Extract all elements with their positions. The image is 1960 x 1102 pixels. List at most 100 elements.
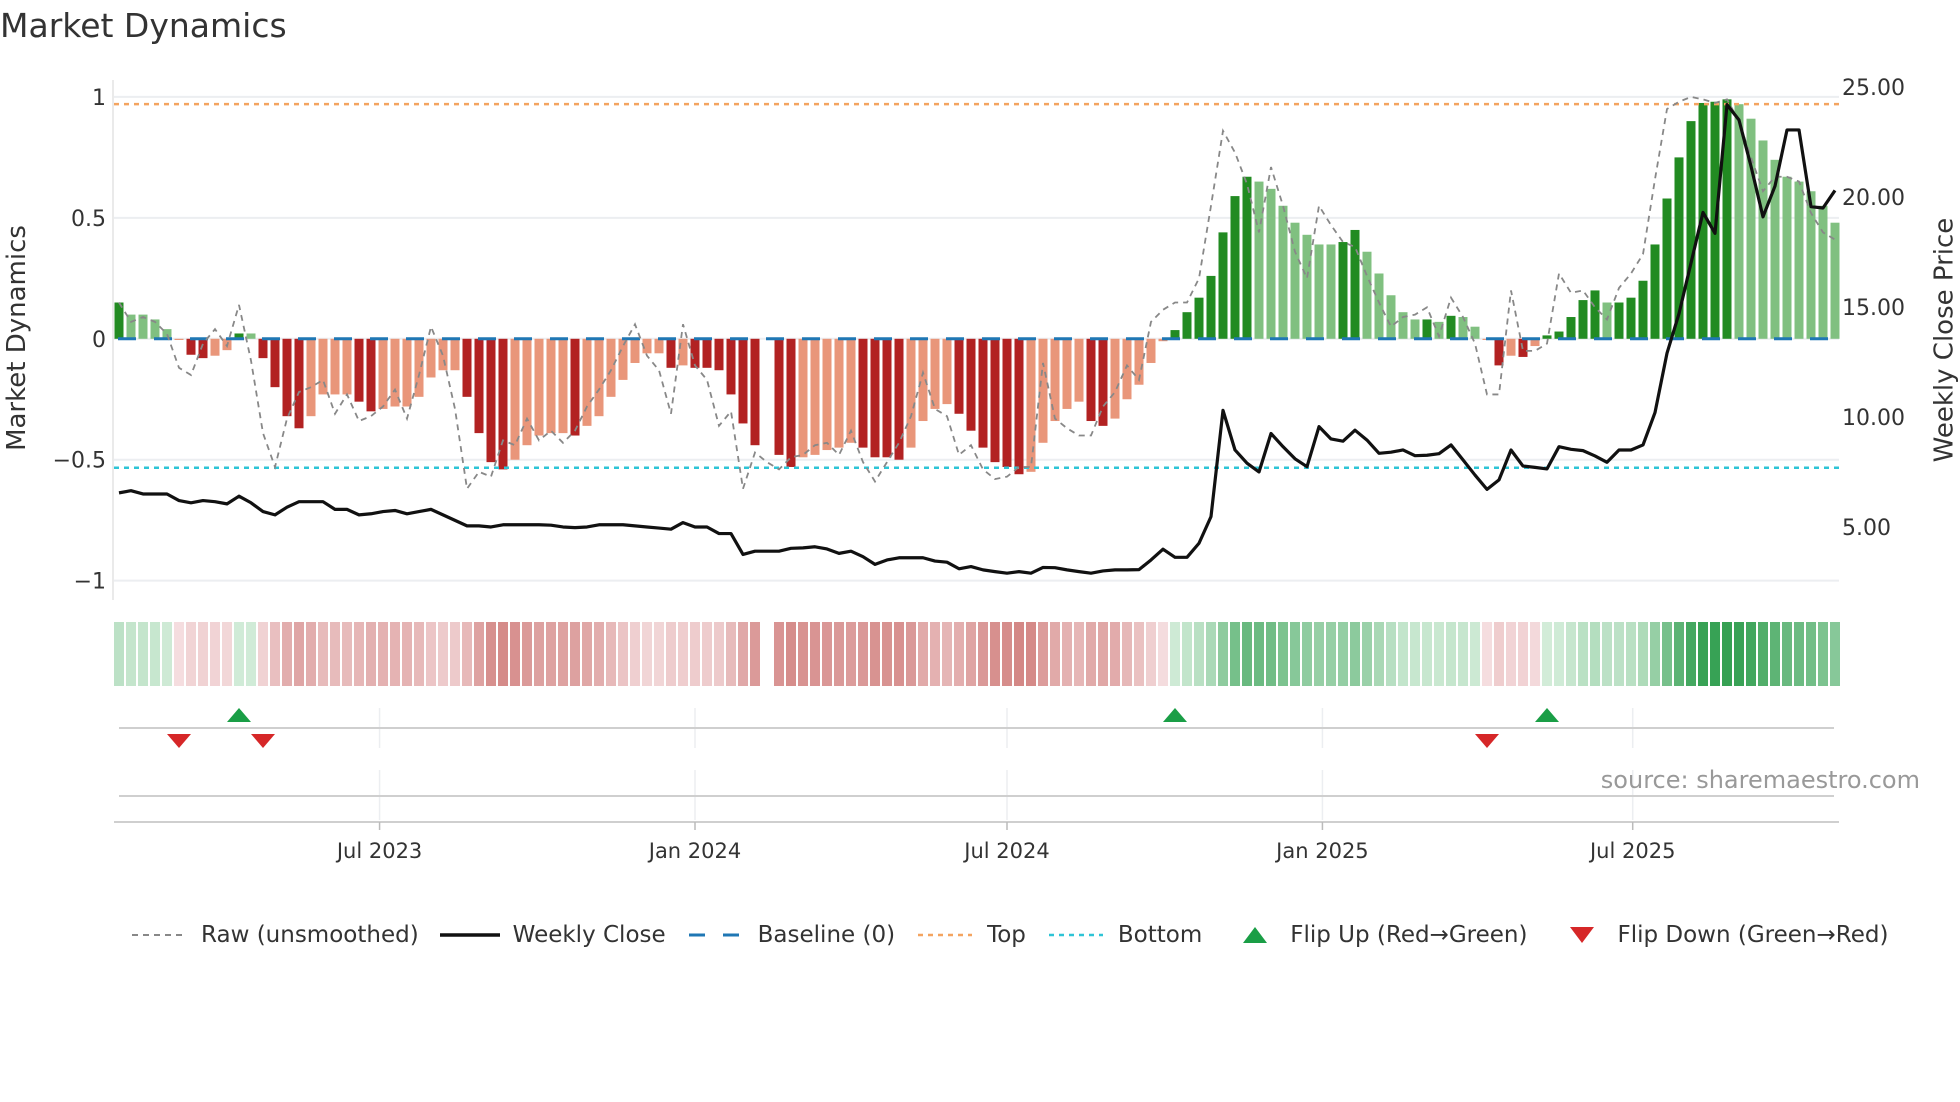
heat-strip-cell	[1470, 622, 1480, 686]
momentum-bar	[306, 338, 316, 417]
heat-strip-cell	[246, 622, 256, 686]
x-tick-label: Jul 2023	[335, 839, 422, 863]
heat-strip-cell	[1086, 622, 1096, 686]
momentum-bar	[750, 338, 760, 446]
heat-strip-cell	[1122, 622, 1132, 686]
heat-strip-cell	[270, 622, 280, 686]
momentum-bar	[330, 338, 340, 395]
heat-strip-cell	[186, 622, 196, 686]
heat-strip-cell	[1482, 622, 1492, 686]
momentum-bar	[1146, 338, 1156, 363]
momentum-bar	[1758, 140, 1768, 339]
momentum-bar	[1338, 242, 1348, 339]
flip-up-marker	[1535, 708, 1559, 722]
momentum-bar	[318, 338, 328, 395]
heat-strip-cell	[1134, 622, 1144, 686]
legend-item-baseline: Baseline (0)	[687, 922, 895, 948]
momentum-bar	[186, 338, 196, 355]
right-tick-label: 20.00	[1842, 186, 1905, 211]
momentum-bar	[534, 338, 544, 436]
legend-item-raw: Raw (unsmoothed)	[130, 922, 419, 948]
heat-strip-cell	[174, 622, 184, 686]
heat-strip-cell	[390, 622, 400, 686]
heat-strip-cell	[990, 622, 1000, 686]
momentum-bar	[978, 338, 988, 448]
heat-strip-cell	[726, 622, 736, 686]
left-tick-label: 0	[92, 328, 106, 353]
heat-strip-cell	[930, 622, 940, 686]
heat-strip-cell	[1002, 622, 1012, 686]
heat-strip-cell	[234, 622, 244, 686]
heat-strip-cell	[282, 622, 292, 686]
heat-strip-cell	[438, 622, 448, 686]
momentum-bar	[282, 338, 292, 417]
heat-strip-cell	[1290, 622, 1300, 686]
momentum-bar	[1302, 234, 1312, 339]
momentum-bar	[462, 338, 472, 397]
momentum-bar	[1206, 275, 1216, 339]
heat-strip-cell	[162, 622, 172, 686]
heat-strip-cell	[1770, 622, 1780, 686]
heat-strip-cell	[426, 622, 436, 686]
heat-strip-cell	[462, 622, 472, 686]
momentum-bar	[1386, 295, 1396, 339]
heat-strip-cell	[1398, 622, 1408, 686]
flip-down-marker	[251, 734, 275, 748]
heat-strip-cell	[858, 622, 868, 686]
heat-strip-cell	[138, 622, 148, 686]
momentum-bar	[882, 338, 892, 458]
momentum-bar	[1254, 181, 1264, 339]
momentum-bar	[1578, 300, 1588, 339]
momentum-bar	[198, 338, 208, 359]
heat-strip-cell	[1302, 622, 1312, 686]
legend-item-flip-up: Flip Up (Red→Green)	[1241, 922, 1527, 948]
momentum-bar	[678, 338, 688, 366]
momentum-bar	[1074, 338, 1084, 402]
heat-strip-cell	[1494, 622, 1504, 686]
heat-strip-cell	[1818, 622, 1828, 686]
momentum-bar	[342, 338, 352, 395]
momentum-bar	[1014, 338, 1024, 475]
x-tick-label: Jul 2024	[962, 839, 1049, 863]
heat-strip-cell	[150, 622, 160, 686]
momentum-bar	[1002, 338, 1012, 467]
heat-strip-cell	[1566, 622, 1576, 686]
momentum-bar	[1818, 205, 1828, 339]
momentum-bar	[1494, 338, 1504, 366]
heat-strip-cell	[1734, 622, 1744, 686]
heat-strip-cell	[942, 622, 952, 686]
momentum-bar	[1326, 244, 1336, 339]
heat-strip-cell	[558, 622, 568, 686]
heat-strip-cell	[222, 622, 232, 686]
heat-strip-cell	[318, 622, 328, 686]
heat-strip-cell	[846, 622, 856, 686]
heat-strip-cell	[1110, 622, 1120, 686]
heat-strip-cell	[402, 622, 412, 686]
momentum-bar	[1590, 290, 1600, 339]
momentum-bar	[894, 338, 904, 460]
momentum-bar	[1506, 338, 1516, 356]
heat-strip-cell	[1578, 622, 1588, 686]
momentum-bar	[726, 338, 736, 395]
momentum-bar	[474, 338, 484, 434]
momentum-bar	[1182, 312, 1192, 339]
heat-strip-cell	[1830, 622, 1840, 686]
heat-strip-cell	[1602, 622, 1612, 686]
heat-strip-cell	[1014, 622, 1024, 686]
heat-strip-cell	[378, 622, 388, 686]
heat-strip-cell	[1362, 622, 1372, 686]
momentum-bar	[1110, 338, 1120, 419]
heat-strip-cell	[1506, 622, 1516, 686]
heat-strip-cell	[1446, 622, 1456, 686]
heat-strip-cell	[1194, 622, 1204, 686]
flip-down-marker	[1475, 734, 1499, 748]
heat-strip-cell	[582, 622, 592, 686]
heat-strip-cell	[354, 622, 364, 686]
momentum-bar	[738, 338, 748, 424]
heat-strip-cell	[1626, 622, 1636, 686]
momentum-bar	[786, 338, 796, 467]
momentum-bar	[930, 338, 940, 409]
momentum-bar	[510, 338, 520, 460]
momentum-bar	[1734, 104, 1744, 339]
heat-strip-cell	[1674, 622, 1684, 686]
